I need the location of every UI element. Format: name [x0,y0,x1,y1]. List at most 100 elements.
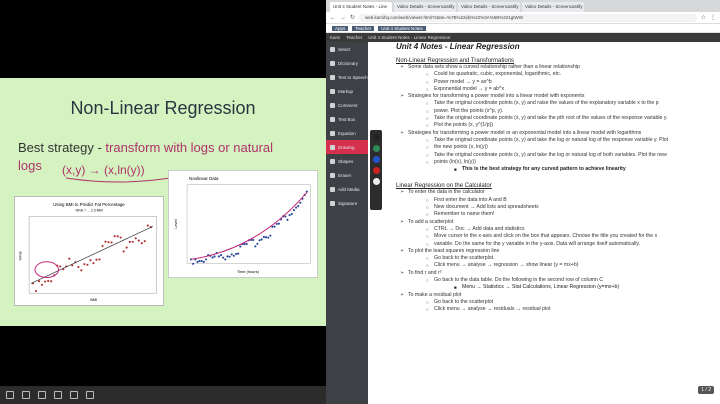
scatter-point [110,241,113,244]
marker-icon[interactable] [70,391,78,399]
chart1-title: Using BMI to Predict Fat Percentage [53,202,125,207]
scatter-point [222,256,225,259]
back-icon[interactable] [6,391,14,399]
forward-arrow-icon[interactable]: → [340,15,346,21]
scatter-point [211,256,214,259]
bullet-item: points (ln(x), ln(y)) [426,159,714,167]
bullet-item: Move cursor to the x-axis and click on t… [426,233,714,241]
tool-label: Add Media [338,186,360,192]
scatter-point [219,254,223,257]
select-icon [330,46,335,52]
scatter-point [40,283,44,286]
tool-add-media[interactable]: Add Media [326,182,368,196]
tool-markup[interactable]: Markup [326,84,368,98]
tab-video-details-3[interactable]: Video Details - Screencastify [522,2,584,12]
scatter-point [202,260,205,263]
tool-comment[interactable]: Comment [326,98,368,112]
bullet-item: Take the original coordinate points (x, … [426,152,714,160]
tool-label: Comment [338,102,358,108]
scatter-point [47,279,50,283]
kami-doc-name: Unit 4 Student Notes - Linear Regression [368,35,451,40]
scatter-point [239,245,242,248]
tool-label: Dictionary [338,60,359,66]
scatter-point [77,265,80,269]
tool-shapes[interactable]: Shapes [326,154,368,168]
bullet-item: To find r and r² [400,270,714,278]
slide-logs-word: logs [18,158,42,173]
bookmark-unit4[interactable]: Unit 4 Student Notes [378,25,426,31]
tool-text-box[interactable]: Text Box [326,112,368,126]
url-field[interactable]: web.kamihq.com/web/viewer.html?state=%7B… [359,13,697,22]
scatter-point [292,208,296,212]
color-swatch[interactable] [372,145,380,152]
kami-logo[interactable]: Kami [330,35,340,40]
eraser-icon[interactable] [54,391,62,399]
tool-text-to-speech[interactable]: Text to Speech [326,70,368,84]
scatter-point [290,213,293,216]
scatter-point [131,240,134,243]
tool-select[interactable]: Select [326,42,368,56]
tool-label: Select [338,46,351,52]
chart1-ylabel: %Fat [17,250,22,260]
scatter-point [95,258,98,261]
bullet-item: First enter the data into A and B [426,197,714,205]
color-swatch[interactable] [372,134,380,141]
back-arrow-icon[interactable]: ← [330,15,336,21]
kami-teacher[interactable]: Teacher [346,35,362,40]
dictionary-icon [330,60,335,66]
forward-icon[interactable] [22,391,30,399]
scatter-point [262,235,265,239]
scatter-point [213,255,216,258]
scatter-point [260,238,263,241]
tool-dictionary[interactable]: Dictionary [326,56,368,70]
tool-eraser[interactable]: Eraser [326,168,368,182]
bullet-item: To add a scatterplot [400,219,714,227]
scatter-point [59,265,62,268]
bmi-scatter-chart: Using BMI to Predict Fat Percentage %Fat… [14,196,164,306]
scatter-point [200,260,203,263]
bullet-item: power. Plot the points (x^p, y). [426,108,714,116]
bookmark-apps[interactable]: Apps [332,25,349,31]
tool-drawing[interactable]: Drawing [326,140,368,154]
scatter-point [245,242,248,246]
slide-title: Non-Linear Regression [70,98,256,118]
bullet-item: Go back to the scatterplot. [426,255,714,263]
handwritten-annotation: (x,y) → (x,ln(y)) [62,163,171,183]
bookmark-teacher[interactable]: Teacher [352,25,375,31]
reload-icon[interactable]: ↻ [350,14,355,21]
scatter-point [254,245,257,248]
color-swatch[interactable] [372,167,380,174]
tab-video-details-1[interactable]: Video Details - Screencastify [394,2,456,12]
tab-unit4-notes[interactable]: Unit 4 Student Notes - Line [330,2,392,12]
scatter-point [252,238,255,242]
menu-icon[interactable]: ⋮ [710,14,716,21]
scatter-point [230,253,233,256]
bullet-item: Could be quadratic, cubic, exponential, … [426,71,714,79]
tool-equation[interactable]: Equation [326,126,368,140]
scatter-point [89,259,92,262]
color-swatch[interactable] [372,156,380,163]
scatter-point [286,218,289,221]
laser-icon[interactable] [86,391,94,399]
scatter-point [122,250,125,253]
scatter-point [267,236,270,239]
scatter-point [80,269,83,272]
color-swatch[interactable] [372,178,380,185]
bullet-item: CTRL → Doc → Add data and statistics [426,226,714,234]
tab-video-details-2[interactable]: Video Details - Screencastify [458,2,520,12]
scatter-point [125,246,128,249]
tool-signature[interactable]: Signature [326,196,368,210]
pen-icon[interactable] [38,391,46,399]
chart1-xlabel: BMI [90,297,97,302]
presentation-slide: Non-Linear Regression Best strategy - tr… [0,78,326,326]
scatter-point [256,242,259,245]
drawing-icon [330,144,335,150]
star-icon[interactable]: ☆ [701,14,706,21]
scatter-point [295,206,298,209]
scatter-point [299,201,302,204]
scatter-point [101,244,104,247]
scatter-point [137,239,140,242]
scatter-point [305,190,308,193]
bullet-item: New document → Add lists and spreadsheet… [426,204,714,212]
kami-toolbar: Select Dictionary Text to Speech Markup Comm… [326,42,368,404]
